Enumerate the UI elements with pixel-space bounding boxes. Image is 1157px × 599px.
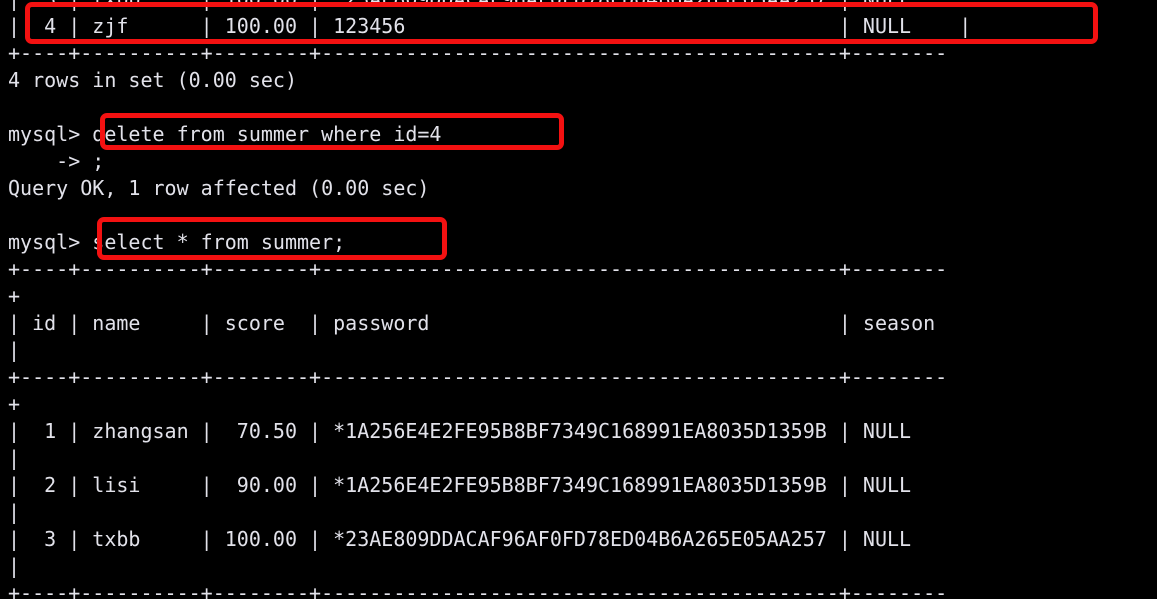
table-row-wrap: | xyxy=(8,446,21,470)
table-row: | 1 | zhangsan | 70.50 | *1A256E4E2FE95B… xyxy=(8,419,912,443)
status-query-ok: Query OK, 1 row affected (0.00 sec) xyxy=(8,176,430,200)
table-border-top-wrap: + xyxy=(8,284,21,308)
table-border-bottom: +----+----------+--------+--------------… xyxy=(8,581,948,599)
table-border: +----+----------+--------+--------------… xyxy=(8,41,948,65)
table-row: | 2 | lisi | 90.00 | *1A256E4E2FE95B8BF7… xyxy=(8,473,912,497)
table-row-wrap: | xyxy=(8,554,21,578)
table-border-top: +----+----------+--------+--------------… xyxy=(8,257,948,281)
table-border-header-wrap: + xyxy=(8,392,21,416)
prompt-line-select[interactable]: mysql> select * from summer; xyxy=(8,229,1157,256)
table-row-partial-top: | 3 | txbb | 100.00 | *23AE809DDACAF96AF… xyxy=(8,0,1157,13)
table-header-row: | id | name | score | password | season xyxy=(8,311,936,335)
table-row: | 3 | txbb | 100.00 | *23AE809DDACAF96AF… xyxy=(8,527,912,551)
table-header-row-wrap: | xyxy=(8,338,21,362)
status-rows-in-set: 4 rows in set (0.00 sec) xyxy=(8,68,297,92)
table-row-wrap: | xyxy=(8,500,21,524)
table-row-partial-top-text: | 3 | txbb | 100.00 | *23AE809DDACAF96AF… xyxy=(8,0,1157,13)
prompt-line-delete[interactable]: mysql> delete from summer where id=4 xyxy=(8,121,1157,148)
terminal-screen[interactable]: | 3 | txbb | 100.00 | *23AE809DDACAF96AF… xyxy=(8,0,1157,599)
table-row-deleted: | 4 | zjf | 100.00 | 123456 | NULL | xyxy=(8,14,972,38)
terminal-window[interactable]: | 3 | txbb | 100.00 | *23AE809DDACAF96AF… xyxy=(0,0,1157,599)
table-border-header: +----+----------+--------+--------------… xyxy=(8,365,948,389)
continuation-line-semicolon: -> ; xyxy=(8,149,105,173)
